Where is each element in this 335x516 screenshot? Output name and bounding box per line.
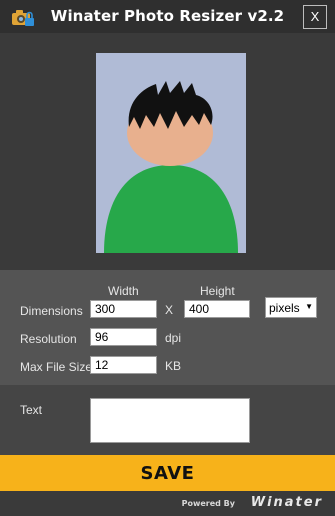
text-input[interactable] bbox=[90, 398, 250, 443]
dimensions-label: Dimensions bbox=[20, 304, 83, 318]
resolution-input[interactable]: 96 bbox=[90, 328, 157, 346]
app-window: Winater Photo Resizer v2.2 X Width Heigh… bbox=[0, 0, 335, 516]
unit-select-value: pixels bbox=[269, 301, 300, 315]
save-button[interactable]: SAVE bbox=[0, 455, 335, 491]
unit-select[interactable]: pixels ▼ bbox=[265, 297, 317, 318]
powered-by-label: Powered By bbox=[181, 499, 235, 508]
dimensions-separator: X bbox=[165, 303, 174, 317]
text-label: Text bbox=[20, 403, 43, 417]
width-header: Width bbox=[108, 284, 139, 298]
height-header: Height bbox=[200, 284, 235, 298]
title-bar: Winater Photo Resizer v2.2 X bbox=[0, 0, 335, 33]
window-title: Winater Photo Resizer v2.2 bbox=[50, 7, 285, 25]
settings-panel: Width Height Dimensions 300 X 400 pixels… bbox=[0, 270, 335, 385]
brand-logo: Winater bbox=[250, 495, 323, 510]
photo-preview bbox=[96, 53, 246, 253]
resolution-unit: dpi bbox=[165, 331, 182, 345]
max-file-size-unit: KB bbox=[165, 359, 182, 373]
photo-preview-area bbox=[0, 33, 335, 270]
width-input[interactable]: 300 bbox=[90, 300, 157, 318]
resolution-label: Resolution bbox=[20, 332, 77, 346]
chevron-down-icon: ▼ bbox=[305, 302, 313, 311]
height-input[interactable]: 400 bbox=[184, 300, 250, 318]
max-file-size-label: Max File Size bbox=[20, 360, 93, 374]
footer: Powered By Winater bbox=[0, 491, 335, 516]
max-file-size-input[interactable]: 12 bbox=[90, 356, 157, 374]
close-button[interactable]: X bbox=[303, 5, 327, 29]
text-section: Text bbox=[0, 385, 335, 455]
avatar-illustration bbox=[96, 53, 246, 253]
